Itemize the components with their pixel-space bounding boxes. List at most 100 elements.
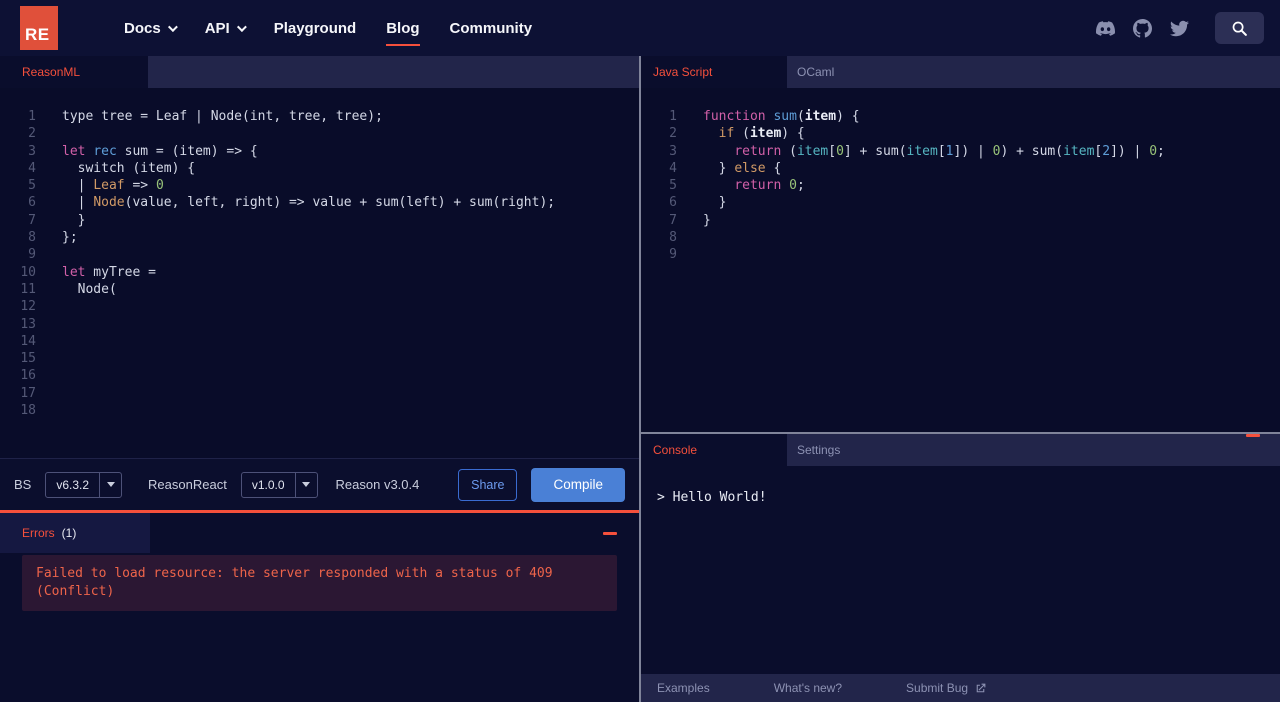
logo-text: RE xyxy=(25,25,50,44)
nav-item-playground-label: Playground xyxy=(273,19,357,37)
tab-console[interactable]: Console xyxy=(641,434,787,466)
external-link-icon xyxy=(976,683,986,692)
nav-item-community-label: Community xyxy=(449,19,533,37)
code-line: 2 xyxy=(0,125,639,142)
line-number: 8 xyxy=(28,230,36,246)
line-number: 18 xyxy=(20,403,36,419)
line-number: 11 xyxy=(20,281,36,297)
caret-down-icon xyxy=(106,482,115,487)
line-number: 6 xyxy=(28,195,36,211)
code-line: 5 | Leaf => 0 xyxy=(0,177,639,194)
line-number: 8 xyxy=(669,230,677,246)
code-line: 14 xyxy=(0,333,639,350)
submit-bug-link[interactable]: Submit Bug xyxy=(906,681,987,695)
main-split: ReasonML 1 type tree = Leaf | Node(int, t… xyxy=(0,56,1280,702)
code-line: 1 function sum(item) { xyxy=(641,108,1280,125)
code-line: 7 } xyxy=(0,212,639,229)
nav-item-api[interactable]: API xyxy=(204,19,247,37)
code-text: let myTree = xyxy=(62,264,156,280)
tab-settings[interactable]: Settings xyxy=(787,434,864,466)
caret-down-icon xyxy=(302,482,311,487)
nav-item-blog[interactable]: Blog xyxy=(386,19,420,46)
code-text: type tree = Leaf | Node(int, tree, tree)… xyxy=(62,109,383,124)
code-text: let rec sum = (item) => { xyxy=(62,143,258,159)
discord-icon[interactable] xyxy=(1096,19,1115,38)
tab-ocaml[interactable]: OCaml xyxy=(787,56,858,88)
nav-item-playground[interactable]: Playground xyxy=(274,20,357,37)
errors-panel: Errors (1) Failed to load resource: the … xyxy=(0,510,639,702)
reasonreact-label: ReasonReact xyxy=(148,477,227,492)
line-number: 2 xyxy=(28,126,36,142)
line-number: 5 xyxy=(28,178,36,194)
bs-label: BS xyxy=(14,477,32,492)
code-line: 12 xyxy=(0,298,639,315)
whats-new-link[interactable]: What's new? xyxy=(774,681,842,695)
nav-links: Docs API Playground Blog Community xyxy=(124,19,533,46)
line-number: 10 xyxy=(20,264,36,280)
code-line: 10 let myTree = xyxy=(0,264,639,281)
share-button[interactable]: Share xyxy=(458,468,518,501)
code-line: 15 xyxy=(0,350,639,367)
reason-tabbar: ReasonML xyxy=(0,56,639,88)
line-number: 5 xyxy=(669,178,677,194)
bs-version-select[interactable]: v6.3.2 xyxy=(45,471,123,498)
code-text: function sum(item) { xyxy=(703,109,860,124)
examples-link[interactable]: Examples xyxy=(657,681,710,695)
code-text: return 0; xyxy=(734,178,805,194)
nav-item-community[interactable]: Community xyxy=(450,20,533,37)
code-text: if (item) { xyxy=(718,126,805,142)
code-line: 17 xyxy=(0,385,639,402)
twitter-icon[interactable] xyxy=(1170,19,1189,38)
tab-reasonml[interactable]: ReasonML xyxy=(0,56,148,88)
errors-count-badge: (1) xyxy=(61,526,77,540)
tab-javascript[interactable]: Java Script xyxy=(641,56,787,88)
collapse-errors-icon[interactable] xyxy=(603,531,617,535)
code-text: switch (item) { xyxy=(62,160,196,176)
nav-item-api-label: API xyxy=(204,19,230,37)
code-line: 9 xyxy=(641,246,1280,263)
tab-errors[interactable]: Errors (1) xyxy=(0,513,150,553)
code-text: } xyxy=(62,212,86,228)
top-nav: RE Docs API Playground Blog Community xyxy=(0,0,1280,56)
line-number: 17 xyxy=(20,385,36,401)
reasonml-playground-app: RE Docs API Playground Blog Community Re… xyxy=(0,0,1280,702)
code-line: 4 } else { xyxy=(641,160,1280,177)
line-number: 4 xyxy=(28,160,36,176)
reasonreact-version-select[interactable]: v1.0.0 xyxy=(240,471,318,498)
line-number: 13 xyxy=(20,316,36,332)
search-button[interactable] xyxy=(1215,12,1264,44)
reason-code-editor[interactable]: 1 type tree = Leaf | Node(int, tree, tree… xyxy=(0,88,639,458)
javascript-output-editor[interactable]: 1 function sum(item) {2 if (item) {3 retu… xyxy=(641,88,1280,432)
code-text: }; xyxy=(62,230,78,246)
line-number: 15 xyxy=(20,351,36,367)
errors-header: Errors (1) xyxy=(0,513,639,553)
console-output: > Hello World! xyxy=(641,466,1280,674)
compile-button[interactable]: Compile xyxy=(531,467,625,502)
reasonml-logo[interactable]: RE xyxy=(20,6,58,50)
collapse-console-icon[interactable] xyxy=(1246,434,1260,437)
nav-item-docs[interactable]: Docs xyxy=(124,20,178,37)
bs-version-value: v6.3.2 xyxy=(56,477,90,492)
chevron-down-icon xyxy=(236,21,247,32)
tab-reasonml-label: ReasonML xyxy=(22,65,81,79)
console-section: Console Settings > Hello World! Examples xyxy=(641,432,1280,702)
bs-version-caret xyxy=(99,472,121,497)
line-number: 4 xyxy=(669,160,677,176)
nav-item-blog-label: Blog xyxy=(386,19,420,37)
line-number: 1 xyxy=(669,109,677,124)
playground-footer: Examples What's new? Submit Bug xyxy=(641,674,1280,702)
tab-ocaml-label: OCaml xyxy=(797,65,835,79)
code-line: 3 return (item[0] + sum(item[1]) | 0) + … xyxy=(641,143,1280,160)
github-icon[interactable] xyxy=(1133,18,1152,38)
code-line: 9 xyxy=(0,246,639,263)
reason-version-text: Reason v3.0.4 xyxy=(335,477,420,492)
tab-console-label: Console xyxy=(653,443,698,457)
code-line: 18 xyxy=(0,402,639,419)
